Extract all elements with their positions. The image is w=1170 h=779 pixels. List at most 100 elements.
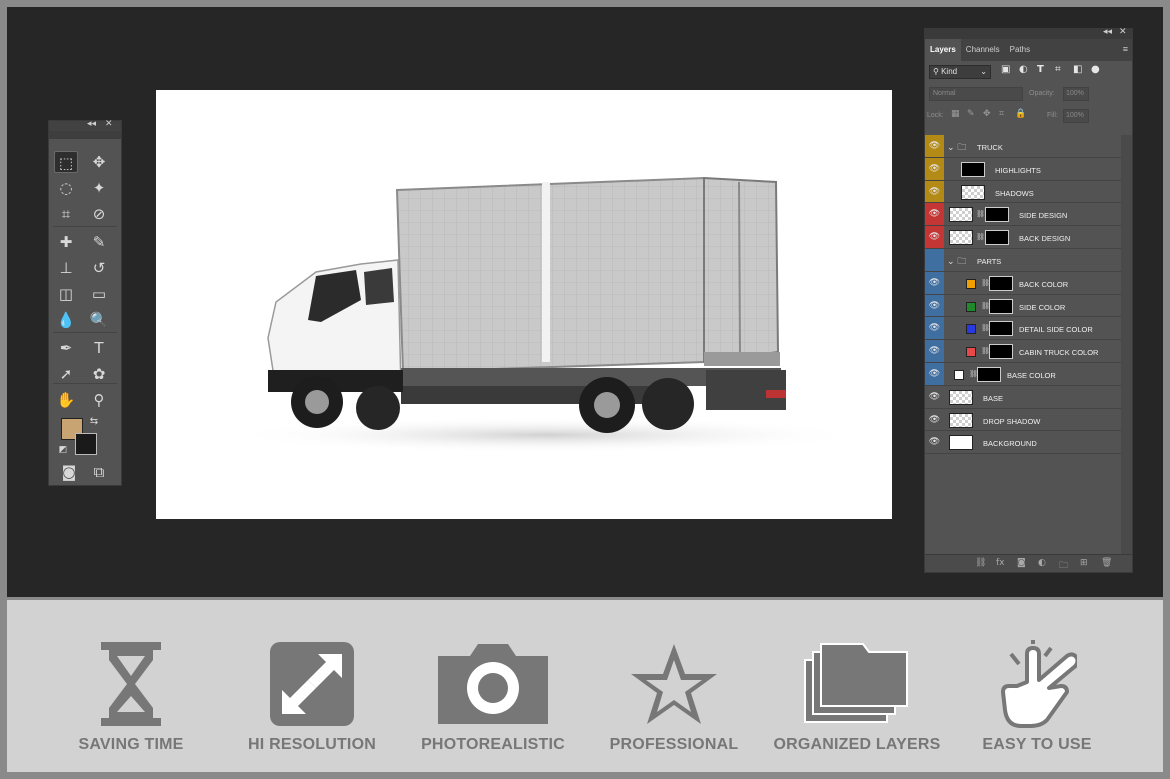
visibility-eye-icon[interactable]: 👁	[925, 340, 944, 362]
lasso-tool[interactable]: ◌	[54, 177, 78, 199]
visibility-eye-icon[interactable]: 👁	[925, 180, 944, 203]
layer-mask-thumbnail[interactable]	[989, 298, 1013, 314]
mask-icon[interactable]: ◙	[1017, 558, 1026, 568]
layer-thumbnail[interactable]	[949, 435, 973, 451]
layer-thumbnail[interactable]	[949, 389, 973, 405]
layer-mask-thumbnail[interactable]	[985, 230, 1009, 246]
visibility-eye-icon[interactable]	[925, 248, 944, 271]
layer-row[interactable]: ⌄ 🗀 PARTS	[925, 248, 1121, 272]
fill-swatch[interactable]	[966, 324, 976, 335]
magic-wand-tool[interactable]: ✦	[87, 177, 111, 199]
tools-panel-header[interactable]: ◂◂ ✕	[49, 119, 121, 131]
visibility-eye-icon[interactable]: 👁	[925, 203, 944, 226]
layers-panel-header[interactable]: ◂◂ ✕	[925, 27, 1132, 39]
path-selection-tool[interactable]: ➚	[54, 363, 78, 385]
tab-layers[interactable]: Layers	[925, 39, 961, 61]
link-icon[interactable]: ⛓	[976, 233, 985, 241]
adjustment-filter-icon[interactable]: ◐	[1019, 64, 1028, 75]
layer-thumbnail[interactable]	[949, 230, 973, 246]
visibility-eye-icon[interactable]: 👁	[925, 271, 944, 294]
eyedropper-tool[interactable]: ⊘	[87, 203, 111, 225]
fill-input[interactable]: 100%	[1063, 109, 1089, 123]
visibility-eye-icon[interactable]: 👁	[925, 362, 944, 385]
type-filter-icon[interactable]: T	[1037, 64, 1044, 75]
lock-transparent-icon[interactable]: ▦	[951, 109, 960, 119]
zoom-tool[interactable]: ⚲	[87, 389, 111, 411]
clone-stamp-tool[interactable]: ⊥	[54, 257, 78, 279]
history-brush-tool[interactable]: ↺	[87, 257, 111, 279]
filter-toggle-icon[interactable]: ●	[1091, 64, 1100, 75]
fill-swatch[interactable]	[954, 369, 964, 380]
visibility-eye-icon[interactable]: 👁	[925, 226, 944, 248]
layer-row[interactable]: 👁 SHADOWS	[925, 180, 1121, 204]
fill-swatch[interactable]	[966, 278, 976, 289]
link-icon[interactable]: ⛓	[975, 558, 986, 568]
layer-row[interactable]: 👁 ⌄ 🗀 TRUCK	[925, 135, 1121, 158]
adjustment-icon[interactable]: ◐	[1038, 558, 1046, 568]
blend-mode-select[interactable]: Normal	[929, 87, 1023, 101]
layer-thumbnail[interactable]	[961, 161, 985, 177]
layer-row[interactable]: 👁 ⛓ SIDE DESIGN	[925, 203, 1121, 227]
brush-tool[interactable]: ✎	[87, 231, 111, 253]
layer-row[interactable]: 👁 ⛓ BASE COLOR	[925, 362, 1121, 386]
eraser-tool[interactable]: ◫	[54, 283, 78, 305]
background-color-swatch[interactable]	[75, 433, 97, 455]
lock-all-icon[interactable]: 🔒	[1015, 109, 1026, 119]
panel-grip[interactable]	[49, 131, 121, 139]
layers-scrollbar[interactable]	[1121, 135, 1132, 558]
screen-mode-button[interactable]: ⧉	[87, 461, 111, 483]
layer-row[interactable]: 👁 ⛓ BACK COLOR	[925, 271, 1121, 295]
fill-swatch[interactable]	[966, 301, 976, 312]
move-tool[interactable]: ✥	[87, 151, 111, 173]
visibility-eye-icon[interactable]: 👁	[925, 157, 944, 180]
layer-thumbnail[interactable]	[949, 207, 973, 223]
layer-thumbnail[interactable]	[949, 412, 973, 428]
tab-channels[interactable]: Channels	[961, 39, 1005, 61]
quick-mask-button[interactable]: ◙	[57, 461, 81, 483]
layer-mask-thumbnail[interactable]	[989, 275, 1013, 291]
visibility-eye-icon[interactable]: 👁	[925, 294, 944, 317]
lock-image-icon[interactable]: ✎	[967, 109, 975, 119]
layer-mask-thumbnail[interactable]	[985, 207, 1009, 223]
tab-paths[interactable]: Paths	[1005, 39, 1035, 61]
collapse-icon[interactable]: ◂◂	[87, 119, 96, 129]
swap-colors-icon[interactable]: ⇆	[87, 411, 101, 433]
healing-brush-tool[interactable]: ✚	[54, 231, 78, 253]
layer-row[interactable]: 👁 ⛓ BACK DESIGN	[925, 226, 1121, 249]
layer-row[interactable]: 👁 BASE	[925, 385, 1121, 409]
visibility-eye-icon[interactable]: 👁	[925, 408, 944, 431]
collapse-icon[interactable]: ◂◂	[1103, 27, 1112, 37]
visibility-eye-icon[interactable]: 👁	[925, 317, 944, 340]
close-icon[interactable]: ✕	[1119, 27, 1127, 37]
layer-mask-thumbnail[interactable]	[977, 366, 1001, 382]
document-canvas[interactable]	[156, 90, 892, 519]
lock-position-icon[interactable]: ✥	[983, 109, 991, 119]
custom-shape-tool[interactable]: ✿	[87, 363, 111, 385]
layer-row[interactable]: 👁 HIGHLIGHTS	[925, 157, 1121, 181]
crop-tool[interactable]: ⌗	[54, 203, 78, 225]
visibility-eye-icon[interactable]: 👁	[925, 135, 944, 157]
hand-tool[interactable]: ✋	[54, 389, 78, 411]
layer-row[interactable]: 👁 ⛓ DETAIL SIDE COLOR	[925, 317, 1121, 341]
type-tool[interactable]: T	[87, 337, 111, 359]
gradient-tool[interactable]: ▭	[87, 283, 111, 305]
marquee-tool[interactable]: ⬚	[54, 151, 78, 173]
link-icon[interactable]: ⛓	[976, 210, 985, 218]
layer-thumbnail[interactable]	[961, 184, 985, 200]
pixel-filter-icon[interactable]: ▣	[1001, 64, 1010, 75]
fill-swatch[interactable]	[966, 347, 976, 358]
layer-row[interactable]: 👁 BACKGROUND	[925, 431, 1121, 455]
smart-object-filter-icon[interactable]: ◧	[1073, 64, 1082, 75]
folder-icon[interactable]: 🗀	[1059, 558, 1068, 574]
visibility-eye-icon[interactable]: 👁	[925, 431, 944, 454]
blur-tool[interactable]: 💧	[54, 309, 78, 331]
new-layer-icon[interactable]: ⊞	[1080, 558, 1088, 568]
trash-icon[interactable]: 🗑	[1101, 558, 1112, 568]
folder-icon[interactable]: ⌄ 🗀	[947, 140, 966, 156]
lock-artboard-icon[interactable]: ⌗	[999, 109, 1004, 119]
kind-filter-select[interactable]: ⚲ Kind ⌄	[929, 65, 991, 79]
folder-icon[interactable]: ⌄ 🗀	[947, 254, 966, 270]
close-icon[interactable]: ✕	[105, 119, 113, 129]
panel-menu-icon[interactable]: ≡	[1123, 44, 1128, 54]
layer-mask-thumbnail[interactable]	[989, 321, 1013, 337]
